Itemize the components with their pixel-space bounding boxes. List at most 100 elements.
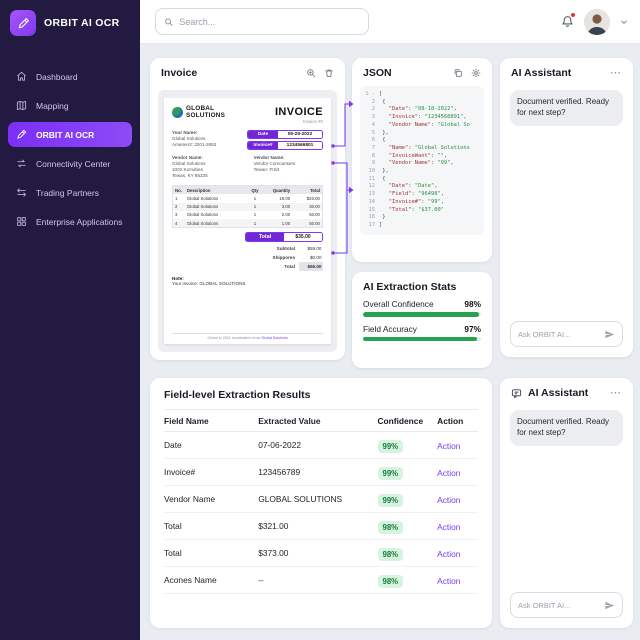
field-level-results-card: Field-level Extraction Results Field Nam… — [150, 378, 492, 628]
invoice-cell: Global Solutions — [186, 212, 219, 218]
invoice-footer: Global to 2021 mouthaisere at an Global … — [172, 332, 323, 340]
action-link[interactable]: Action — [437, 522, 460, 532]
map-icon — [16, 100, 28, 111]
invoice-column-header: No. — [175, 187, 182, 193]
send-button[interactable] — [604, 600, 615, 611]
sidebar-item-enterprise-applications[interactable]: Enterprise Applications — [8, 209, 132, 234]
action-link[interactable]: Action — [437, 441, 460, 451]
json-code-line: 12 "Date": "Date", — [364, 183, 480, 191]
extracted-value-cell: GLOBAL SOLUTIONS — [258, 494, 343, 504]
chat-bubble-icon — [511, 388, 522, 399]
assistant-message: Document verified. Ready for next step? — [510, 410, 623, 446]
ask-orbit-ai-input[interactable] — [518, 600, 600, 610]
column-header: Field Name — [164, 415, 209, 426]
search-input[interactable] — [179, 16, 360, 27]
action-cell: Action — [437, 436, 478, 454]
json-code-line: 1 - [ — [364, 91, 480, 99]
confidence-cell: 98% — [377, 544, 438, 562]
line-number: 3 — [371, 114, 375, 121]
sidebar-item-mapping[interactable]: Mapping — [8, 93, 132, 118]
line-number: 17 — [368, 221, 376, 228]
sidebar-item-connectivity-center[interactable]: Connectivity Center — [8, 151, 132, 176]
invoice-column-header: Total — [310, 187, 320, 193]
progress-bar-fill — [363, 312, 479, 317]
invoice-summary-row: Subtotal $59.00 — [251, 245, 323, 254]
invoice-card-title: Invoice — [161, 67, 198, 79]
json-code-text: }, — [379, 168, 389, 175]
extracted-value-cell: $321.00 — [258, 521, 289, 531]
line-number: 15 — [368, 206, 376, 213]
your-address: Amanen3: 3201-2653 — [172, 142, 217, 148]
column-header: Extracted Value — [258, 415, 321, 426]
sidebar-item-label: Connectivity Center — [36, 158, 111, 169]
invoice-summary: Subtotal $59.00 Shippores $0.00 Total $56.00 — [251, 245, 323, 272]
sidebar-item-orbit-ai-ocr[interactable]: ORBIT AI OCR — [8, 122, 132, 147]
line-number: 6 — [371, 137, 375, 144]
field-name-cell: Total — [164, 548, 182, 558]
json-code-text: "Total": "$37.00" — [379, 206, 444, 213]
json-code-text: ] — [379, 221, 383, 228]
action-link[interactable]: Action — [437, 495, 460, 505]
extracted-value-cell: $373.00 — [258, 548, 289, 558]
confidence-cell: 98% — [377, 571, 438, 589]
ai-assistant-title: AI Assistant — [528, 387, 589, 399]
stat-value: 97% — [464, 323, 481, 334]
extracted-value-cell: -- — [258, 575, 264, 585]
ask-orbit-ai-input[interactable] — [518, 329, 600, 339]
ask-input-row — [510, 321, 623, 347]
sidebar-item-label: Mapping — [36, 100, 69, 111]
grid-icon — [16, 216, 28, 227]
stat-label: Field Accuracy — [363, 323, 417, 334]
chevron-down-icon[interactable] — [620, 13, 628, 31]
action-link[interactable]: Action — [437, 468, 460, 478]
gear-icon[interactable] — [471, 68, 481, 78]
notifications-button[interactable] — [561, 13, 575, 28]
line-number: 1 - — [365, 91, 375, 97]
user-avatar[interactable] — [584, 8, 610, 35]
ai-assistant-card-top: AI Assistant ⋯ Document verified. Ready … — [500, 58, 633, 357]
assistant-message: Document verified. Ready for next step? — [510, 90, 623, 126]
field-name-cell: Date — [164, 440, 182, 450]
invoice-summary-row: Total $56.00 — [251, 262, 323, 272]
json-code-text: [ — [379, 91, 383, 97]
copy-icon[interactable] — [453, 68, 463, 78]
line-number: 5 — [371, 129, 375, 136]
json-code-line: 4 "Vendor Name": "Global So — [364, 122, 480, 130]
confidence-badge: 98% — [377, 521, 404, 534]
connect-icon — [16, 158, 28, 169]
zoom-in-icon[interactable] — [306, 68, 316, 78]
action-link[interactable]: Action — [437, 549, 460, 559]
results-table-header: Field Name Extracted Value Confidence Actio… — [164, 409, 478, 432]
json-code-line: 6 { — [364, 137, 480, 145]
json-code-line: 13 "Field": "96498", — [364, 191, 480, 199]
sidebar-item-dashboard[interactable]: Dashboard — [8, 64, 132, 89]
line-number: 2 — [371, 98, 375, 105]
json-card-title: JSON — [363, 67, 392, 79]
stat-label: Overall Confidence — [363, 299, 434, 309]
invoice-card: Invoice GLOBAL SOLUTIONS INVOICE Invoice… — [150, 58, 345, 360]
more-menu-icon[interactable]: ⋯ — [610, 388, 622, 399]
more-menu-icon[interactable]: ⋯ — [610, 68, 622, 79]
invoice-cell: 1 — [253, 196, 257, 202]
json-code-line: 2 "Date": "08-18-2022", — [364, 106, 480, 114]
action-link[interactable]: Action — [437, 576, 460, 586]
json-code-text: "InvoiceWant": "", — [379, 152, 448, 159]
send-icon — [605, 601, 615, 609]
confidence-badge: 98% — [377, 575, 404, 588]
invoice-line-items-table: No. Description Qty Quantity Total 1 Global S… — [172, 185, 323, 229]
json-code-line: 7 "Name": "Global Solutions — [364, 145, 480, 153]
invoice-line-item: 1 Global Solutions 1 19.00 $20.00 — [173, 194, 322, 202]
send-button[interactable] — [604, 329, 615, 340]
search-box[interactable] — [155, 8, 369, 35]
stat-row: Field Accuracy 97% — [363, 323, 481, 341]
ai-assistant-card-bottom: AI Assistant ⋯ Document verified. Ready … — [500, 378, 633, 628]
trash-icon[interactable] — [324, 68, 334, 78]
table-row: Date 07-06-2022 99% Action — [164, 432, 478, 459]
invoice-cell: 50.00 — [309, 212, 320, 218]
stats-card-title: AI Extraction Stats — [363, 281, 457, 293]
summary-label: Subtotal — [276, 246, 295, 252]
sidebar-item-trading-partners[interactable]: Trading Partners — [8, 180, 132, 205]
json-code-line: 3 "Invoice": "1234568891", — [364, 114, 480, 122]
invoice-line-item: 4 Global Solutions 1 1.00 50.00 — [173, 219, 322, 228]
invoice-cell: 2.00 — [281, 212, 291, 218]
